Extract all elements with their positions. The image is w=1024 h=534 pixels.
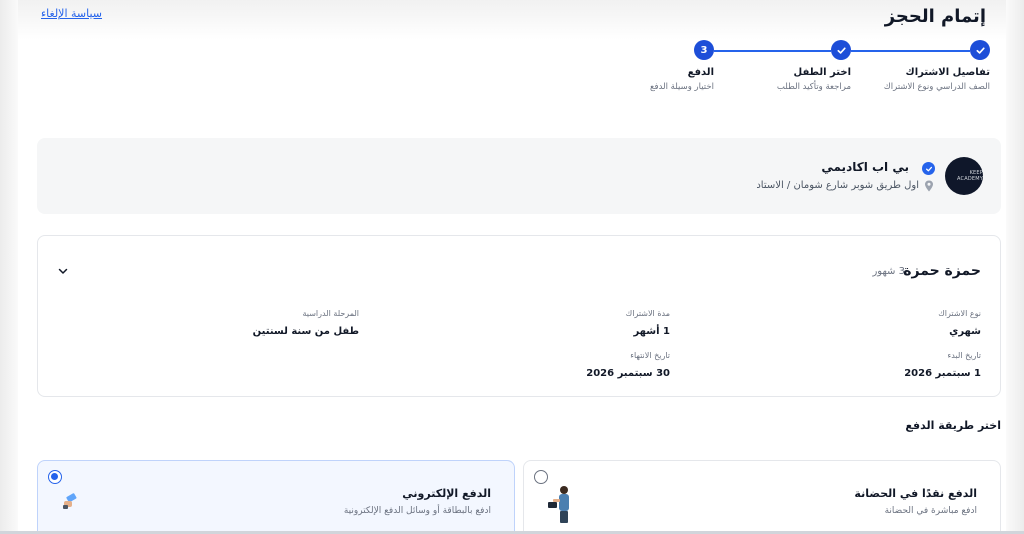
field-label: المرحلة الدراسية [302, 309, 359, 318]
field-value: 1 أشهر [633, 326, 670, 337]
step-2[interactable]: اختر الطفل مراجعة وتأكيد الطلب [721, 67, 851, 92]
step-1-subtitle: الصف الدراسي ونوع الاشتراك [883, 82, 990, 92]
provider-name: بي اب اكاديمي [821, 160, 909, 174]
field-start-date: تاريخ البدء 1 سبتمبر 2026 [904, 351, 981, 379]
online-option-description: ادفع بالبطاقة أو وسائل الدفع الإلكترونية [343, 506, 491, 516]
step-2-title: اختر الطفل [793, 67, 851, 78]
step-1-title: تفاصيل الاشتراك [905, 67, 990, 78]
step-2-check-icon [831, 40, 851, 60]
cash-option-description: ادفع مباشرة في الحضانة [884, 506, 977, 516]
step-3-title: الدفع [687, 67, 714, 78]
provider-logo: KEEP ACADEMY [945, 157, 983, 195]
step-1[interactable]: تفاصيل الاشتراك الصف الدراسي ونوع الاشتر… [860, 67, 990, 92]
provider-address: اول طريق شوبر شارع شومان / الاستاد [756, 180, 919, 191]
page-gutter-left [0, 0, 18, 534]
location-pin-icon [925, 180, 933, 192]
online-radio[interactable] [48, 470, 62, 484]
step-3-subtitle: اختيار وسيلة الدفع [649, 82, 714, 92]
page-gutter-right [1006, 0, 1024, 534]
cash-radio[interactable] [534, 470, 548, 484]
top-fade [0, 0, 1024, 40]
step-3-number: 3 [694, 40, 714, 60]
provider-logo-text: KEEP ACADEMY [956, 170, 983, 182]
cash-option-title: الدفع نقدًا في الحضانة [854, 487, 977, 500]
duration-badge: 3 شهور [872, 266, 905, 277]
provider-card: KEEP ACADEMY بي اب اكاديمي اول طريق شوبر… [37, 138, 1001, 214]
field-value: 1 سبتمبر 2026 [904, 368, 981, 379]
payment-option-cash[interactable]: الدفع نقدًا في الحضانة ادفع مباشرة في ال… [523, 460, 1001, 534]
card-payment-illustration-icon [63, 493, 77, 509]
step-1-check-icon [970, 40, 990, 60]
field-label: تاريخ البدء [947, 351, 982, 360]
payment-option-online[interactable]: الدفع الإلكتروني ادفع بالبطاقة أو وسائل … [37, 460, 515, 534]
chevron-down-icon[interactable] [56, 264, 70, 278]
booking-stepper: 3 تفاصيل الاشتراك الصف الدراسي ونوع الاش… [630, 40, 990, 100]
verified-badge-icon [922, 162, 935, 175]
cancel-policy-link[interactable]: سياسة الإلغاء [41, 7, 102, 20]
step-2-subtitle: مراجعة وتأكيد الطلب [776, 82, 851, 92]
child-name: حمزة حمزة [903, 263, 981, 279]
field-subscription-period: مدة الاشتراك 1 أشهر [626, 309, 670, 337]
field-label: مدة الاشتراك [625, 309, 670, 318]
field-label: تاريخ الانتهاء [630, 351, 670, 360]
field-label: نوع الاشتراك [938, 309, 981, 318]
field-end-date: تاريخ الانتهاء 30 سبتمبر 2026 [586, 351, 670, 379]
field-education-stage: المرحلة الدراسية طفل من سنة لسنتين [253, 309, 359, 337]
field-value: 30 سبتمبر 2026 [586, 368, 670, 379]
subscription-card: حمزة حمزة 3 شهور نوع الاشتراك شهري مدة ا… [37, 235, 1001, 397]
step-connector-1 [851, 50, 970, 52]
field-value: شهري [949, 326, 981, 337]
cash-payment-illustration-icon [548, 486, 569, 523]
field-subscription-type: نوع الاشتراك شهري [938, 309, 981, 337]
page-title: إتمام الحجز [884, 6, 986, 27]
field-value: طفل من سنة لسنتين [252, 326, 359, 337]
online-option-title: الدفع الإلكتروني [402, 487, 491, 500]
step-connector-2 [714, 50, 831, 52]
step-3[interactable]: الدفع اختيار وسيلة الدفع [584, 67, 714, 92]
payment-section-title: اختر طريقة الدفع [905, 419, 1001, 432]
